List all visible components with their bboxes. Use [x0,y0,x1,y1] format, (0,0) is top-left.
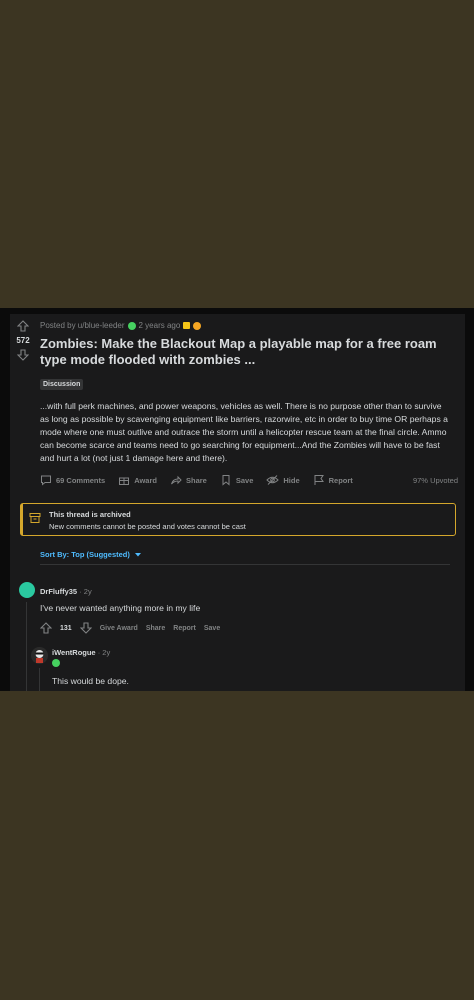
comments-label: 69 Comments [56,475,106,485]
share-button[interactable]: Share [170,474,207,486]
comments-button[interactable]: 69 Comments [40,474,105,486]
save-button[interactable]: Save [220,474,254,486]
avatar-image [31,647,48,664]
comment-text: This would be dope. [52,676,129,686]
report-label: Report [328,475,353,485]
save-label: Save [235,475,254,485]
award-label: Award [134,475,157,485]
thread-line[interactable] [26,602,27,691]
comment-age: · 2y [97,648,111,657]
archived-title: This thread is archived [49,510,131,519]
post-meta: Posted by u/blue-leeder 2 years ago [40,321,202,330]
xbox-flair-icon [127,321,136,330]
vote-column: 572 [10,320,36,361]
share-button[interactable]: Share [146,625,165,632]
bookmark-icon [222,475,230,486]
comment-author-name[interactable]: iWentRogue [52,648,96,657]
caret-down-icon [134,552,141,556]
upvote-icon[interactable] [17,320,29,332]
archived-notice: This thread is archived New comments can… [20,503,456,536]
avatar[interactable] [19,582,35,598]
post-score: 572 [16,336,30,345]
xbox-flair-icon [52,659,60,667]
downvote-icon[interactable] [79,622,92,634]
sort-label: Sort By: Top (Suggested) [40,550,130,559]
save-button[interactable]: Save [204,625,220,632]
post-body: ...with full perk machines, and power we… [40,401,448,463]
hide-label: Hide [283,475,300,485]
post-actions: 69 Comments Award Share Save Hide Report… [40,474,458,486]
report-button[interactable]: Report [313,474,353,486]
post-title[interactable]: Zombies: Make the Blackout Map a playabl… [40,336,450,368]
archived-subtitle: New comments cannot be posted and votes … [49,522,246,531]
report-button[interactable]: Report [173,625,196,632]
thread-line[interactable] [39,668,40,691]
share-label: Share [185,475,207,485]
upvote-ratio: 97% Upvoted [412,475,458,485]
post-flair[interactable]: Discussion [40,379,84,390]
comment-author[interactable]: DrFluffy35 · 2y [40,587,92,596]
flag-icon [314,475,324,485]
comment-score: 131 [60,624,72,632]
give-award-button[interactable]: Give Award [100,625,138,632]
comment-author[interactable]: iWentRogue · 2y [52,648,110,657]
comment-icon [41,475,51,486]
award-icon [183,322,191,329]
downvote-icon[interactable] [17,349,29,361]
archive-icon [29,513,41,523]
sort-dropdown[interactable]: Sort By: Top (Suggested) [40,550,142,559]
comment-actions: 131 Give Award Share Report Save [40,622,220,634]
gift-icon [119,477,130,485]
divider [40,564,450,565]
hide-button[interactable]: Hide [266,474,300,486]
post-card: 572 Posted by u/blue-leeder 2 years ago … [10,314,465,691]
upvote-icon[interactable] [40,622,52,634]
eye-slash-icon [266,475,280,485]
award-button[interactable]: Award [118,474,157,486]
post-age: 2 years ago [138,321,181,330]
share-icon [171,475,182,485]
comment-author-name[interactable]: DrFluffy35 [40,587,77,596]
comment-age: · 2y [79,587,92,596]
avatar[interactable] [31,647,48,664]
award-icon-2 [193,321,202,330]
author-link[interactable]: Posted by u/blue-leeder [40,321,125,330]
comment-text: I've never wanted anything more in my li… [40,603,201,613]
post-panel: 572 Posted by u/blue-leeder 2 years ago … [0,308,474,691]
